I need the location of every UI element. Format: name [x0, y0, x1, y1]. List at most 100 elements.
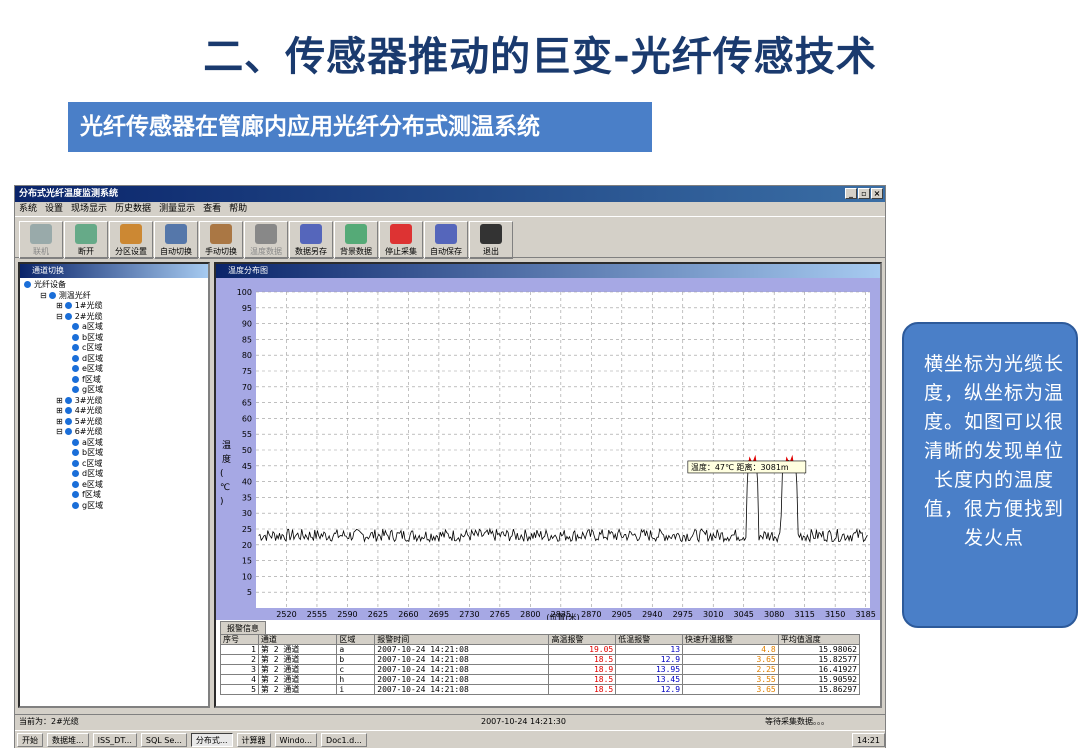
y-tick-label: 20	[242, 541, 252, 550]
tree-node[interactable]: e区域	[24, 364, 208, 375]
node-icon	[72, 354, 79, 362]
alarm-cell: i	[336, 684, 376, 695]
taskbar-task[interactable]: ISS_DT...	[92, 732, 137, 747]
tree-node[interactable]: d区域	[24, 469, 208, 480]
tree-node[interactable]: ⊞ 4#光缆	[24, 406, 208, 417]
tree-node[interactable]: g区域	[24, 385, 208, 396]
taskbar-task[interactable]: Windo...	[274, 732, 318, 747]
tree-node[interactable]: a区域	[24, 322, 208, 333]
menu-item[interactable]: 设置	[45, 202, 63, 216]
toolbar-button[interactable]: 自动保存	[424, 221, 468, 259]
tree-expander-icon[interactable]: ⊞	[56, 301, 63, 310]
tree-node[interactable]: ⊞ 1#光缆	[24, 301, 208, 312]
y-tick-label: 85	[242, 335, 252, 344]
tree-expander-icon[interactable]: ⊟	[56, 427, 63, 436]
y-tick-label: 60	[242, 414, 252, 423]
taskbar-task[interactable]: SQL Se...	[140, 732, 187, 747]
table-row[interactable]: 1第 2 通道 a 2007-10-24 14:21:08 19.05 13 4.8 15.…	[220, 644, 861, 655]
tree-node-label: 2#光缆	[74, 311, 103, 321]
tab-alarm[interactable]: 报警信息	[220, 621, 266, 635]
alarm-cell: 第 2 通道	[257, 684, 338, 695]
table-row[interactable]: 2第 2 通道 b 2007-10-24 14:21:08 18.5 12.9 3.65 1…	[220, 654, 861, 665]
node-icon	[72, 438, 79, 446]
node-icon	[72, 470, 79, 477]
toolbar-button-label: 背景数据	[340, 247, 372, 256]
toolbar-button[interactable]: 断开	[64, 221, 108, 259]
minimize-button[interactable]: _	[845, 188, 857, 199]
tree-node[interactable]: ⊟ 6#光缆	[24, 427, 208, 438]
toolbar-button[interactable]: 手动切换	[199, 221, 243, 259]
node-icon	[64, 428, 72, 435]
x-tick-label: 3150	[825, 610, 845, 619]
menu-item[interactable]: 帮助	[229, 202, 247, 216]
menu-item[interactable]: 历史数据	[115, 202, 151, 216]
menu-item[interactable]: 查看	[203, 202, 221, 216]
node-icon	[24, 281, 31, 288]
tree-node[interactable]: c区域	[24, 459, 208, 470]
tree-node[interactable]: ⊟ 2#光缆	[24, 312, 208, 323]
menu-item[interactable]: 系统	[19, 202, 37, 216]
tree-node[interactable]: ⊞ 5#光缆	[24, 417, 208, 428]
node-icon	[72, 386, 79, 393]
toolbar-button[interactable]: 自动切换	[154, 221, 198, 259]
toolbar-button[interactable]: 分区设置	[109, 221, 153, 259]
tree-node[interactable]: f区域	[24, 490, 208, 501]
tree-node[interactable]: b区域	[24, 448, 208, 459]
alarm-cell: 15.86297	[777, 684, 861, 695]
alarm-cell: 第 2 通道	[257, 674, 338, 685]
tree-node[interactable]: a区域	[24, 438, 208, 449]
temperature-chart: 5 10 15 20 25 30 35 40 45 50 55 60 65 70 75 80 85 90 95 100…	[220, 288, 876, 622]
table-row[interactable]: 4第 2 通道 h 2007-10-24 14:21:08 18.5 13.45 3.55…	[220, 674, 861, 685]
tree-node[interactable]: ⊞ 3#光缆	[24, 396, 208, 407]
y-tick-label: 30	[242, 509, 252, 518]
tree-node[interactable]: c区域	[24, 343, 208, 354]
channel-panel: 通道切换 光纤设备 ⊟ 测温光纤 ⊞ 1#光缆 ⊟ 2#光缆 a区域 b区域 c区域 d区域 e区域 f…	[18, 262, 210, 708]
tree-node[interactable]: e区域	[24, 480, 208, 491]
toolbar-button[interactable]: 停止采集	[379, 221, 423, 259]
menu-item[interactable]: 测量显示	[159, 202, 195, 216]
table-row[interactable]: 5第 2 通道 i 2007-10-24 14:21:08 18.5 12.9 3.65 1…	[220, 684, 861, 695]
taskbar-task[interactable]: 分布式...	[190, 732, 233, 747]
tree-node-label: c区域	[82, 343, 103, 352]
alarm-cell: 15.90592	[777, 674, 861, 685]
alarm-cell: 3	[220, 664, 259, 675]
x-tick-label: 2940	[642, 610, 662, 619]
tree-expander-icon[interactable]: ⊞	[56, 417, 63, 426]
tree-node[interactable]: ⊟ 测温光纤	[24, 291, 208, 302]
toolbar-button[interactable]: 数据另存	[289, 221, 333, 259]
toolbar-button[interactable]: 退出	[469, 221, 513, 259]
x-tick-label: 2555	[307, 610, 327, 619]
taskbar-task[interactable]: 数据堆...	[47, 732, 89, 747]
tree-expander-icon[interactable]: ⊞	[56, 396, 63, 405]
alarm-cell: 18.5	[548, 684, 617, 695]
tree-expander-icon[interactable]: ⊞	[56, 406, 63, 415]
y-tick-label: 35	[242, 493, 252, 502]
node-icon	[72, 323, 79, 330]
start-button[interactable]: 开始	[17, 732, 43, 747]
y-tick-label: 95	[242, 304, 252, 313]
tree-node-label: f区域	[82, 490, 101, 499]
toolbar-button-label: 断开	[78, 247, 94, 256]
tree-node[interactable]: g区域	[24, 501, 208, 512]
close-button[interactable]: ×	[871, 188, 883, 199]
taskbar-task[interactable]: Doc1.d...	[321, 732, 367, 747]
toolbar-button[interactable]: 温度数据	[244, 221, 288, 259]
tree-node[interactable]: b区域	[24, 333, 208, 344]
tree-expander-icon[interactable]: ⊟	[56, 312, 63, 321]
alarm-cell: 16.41927	[777, 664, 861, 675]
tree-node[interactable]: d区域	[24, 354, 208, 365]
alarm-cell: 15.82577	[777, 654, 861, 665]
taskbar-task[interactable]: 计算器	[236, 732, 271, 747]
tree-expander-icon[interactable]: ⊟	[40, 291, 47, 300]
alarm-header-cell: 报警时间	[374, 634, 550, 645]
alarm-cell: 12.9	[615, 654, 684, 665]
menu-item[interactable]: 现场显示	[71, 202, 107, 216]
table-row[interactable]: 3第 2 通道 c 2007-10-24 14:21:08 18.9 13.95 2.25…	[220, 664, 861, 675]
toolbar-button[interactable]: 联机	[19, 221, 63, 259]
toolbar-icon	[30, 224, 52, 244]
tree-node[interactable]: f区域	[24, 375, 208, 386]
tree-node[interactable]: 光纤设备	[24, 280, 208, 291]
maximize-button[interactable]: ▫	[858, 188, 870, 199]
toolbar-button[interactable]: 背景数据	[334, 221, 378, 259]
y-tick-label: 10	[242, 572, 252, 581]
